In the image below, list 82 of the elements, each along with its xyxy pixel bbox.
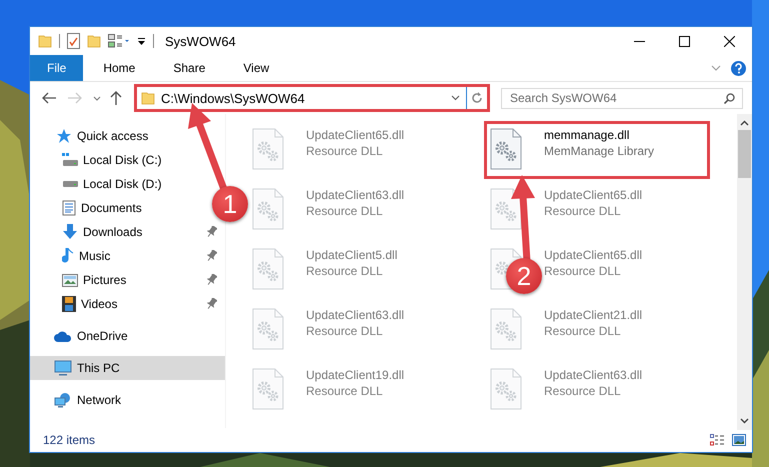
nav-item[interactable]: Network xyxy=(30,388,130,412)
file-type: Resource DLL xyxy=(544,324,622,338)
pin-icon[interactable] xyxy=(207,274,217,286)
minimize-icon xyxy=(634,40,645,42)
drive-icon xyxy=(62,153,78,167)
ribbon-tab[interactable]: View xyxy=(227,55,286,81)
gear-file-icon xyxy=(252,188,284,230)
gear-file-icon xyxy=(252,368,284,410)
checklist-icon[interactable] xyxy=(67,33,80,49)
music-note-icon xyxy=(62,248,74,264)
scroll-down-icon[interactable] xyxy=(740,418,749,424)
file-name[interactable]: UpdateClient65.dll xyxy=(544,188,642,202)
window-title: SysWOW64 xyxy=(165,34,236,48)
nav-item[interactable]: Local Disk (C:) xyxy=(30,148,170,172)
file-type: Resource DLL xyxy=(544,204,622,218)
ribbon-tab[interactable]: Share xyxy=(157,55,222,81)
file-menu-button[interactable]: File xyxy=(30,55,84,81)
layout-icon[interactable] xyxy=(108,34,130,48)
scroll-thumb[interactable] xyxy=(738,130,751,178)
search-icon[interactable] xyxy=(724,92,735,104)
refresh-icon xyxy=(471,92,483,104)
gear-file-icon xyxy=(252,248,284,290)
search-field[interactable]: Search SysWOW64 xyxy=(501,88,743,108)
pin-icon[interactable] xyxy=(207,226,217,238)
file-name[interactable]: UpdateClient63.dll xyxy=(306,308,404,322)
star-icon xyxy=(56,128,72,144)
picture-icon xyxy=(62,274,78,286)
item-count: 122 items xyxy=(43,433,96,447)
maximize-icon xyxy=(679,36,690,46)
file-type: Resource DLL xyxy=(306,384,384,398)
ribbon-tab[interactable]: Home xyxy=(87,55,152,81)
file-name[interactable]: UpdateClient19.dll xyxy=(306,368,404,382)
gear-file-icon xyxy=(252,308,284,350)
pin-icon[interactable] xyxy=(207,298,217,310)
file-type: Resource DLL xyxy=(306,324,384,338)
details-view-icon[interactable] xyxy=(710,434,724,446)
cloud-icon xyxy=(54,330,72,342)
help-icon[interactable] xyxy=(731,60,746,76)
nav-item[interactable]: Pictures xyxy=(30,268,225,292)
nav-item[interactable]: This PC xyxy=(30,356,225,380)
gear-file-icon xyxy=(490,128,522,170)
close-icon xyxy=(724,36,735,46)
file-name[interactable]: UpdateClient63.dll xyxy=(306,188,404,202)
nav-item[interactable]: Videos xyxy=(30,292,225,316)
network-icon xyxy=(54,392,72,408)
document-icon xyxy=(62,200,76,216)
chevron-down-icon xyxy=(93,96,101,100)
chevron-down-icon[interactable] xyxy=(451,95,460,101)
file-name[interactable]: memmanage.dll xyxy=(544,128,654,142)
download-icon xyxy=(62,224,78,240)
file-name[interactable]: UpdateClient63.dll xyxy=(544,368,642,382)
file-type: Resource DLL xyxy=(306,144,384,158)
scrollbar[interactable] xyxy=(737,114,752,430)
gear-file-icon xyxy=(490,188,522,230)
pin-icon[interactable] xyxy=(207,250,217,262)
file-name[interactable]: UpdateClient21.dll xyxy=(544,308,642,322)
file-type: Resource DLL xyxy=(544,264,622,278)
file-type: Resource DLL xyxy=(306,204,384,218)
file-name[interactable]: UpdateClient65.dll xyxy=(306,128,404,142)
nav-item[interactable]: Local Disk (D:) xyxy=(30,172,170,196)
nav-item[interactable]: Documents xyxy=(30,196,150,220)
gear-file-icon xyxy=(252,128,284,170)
drive-icon xyxy=(62,180,78,188)
gear-file-icon xyxy=(490,308,522,350)
back-arrow-icon xyxy=(42,92,56,104)
gear-file-icon xyxy=(490,368,522,410)
nav-item[interactable]: Music xyxy=(30,244,225,268)
forward-arrow-icon xyxy=(68,92,82,104)
scroll-up-icon[interactable] xyxy=(740,120,749,126)
file-type: MemManage Library xyxy=(544,144,654,158)
up-arrow-icon xyxy=(110,91,122,105)
caret-icon[interactable] xyxy=(137,36,146,46)
monitor-icon xyxy=(54,360,72,376)
nav-item[interactable]: OneDrive xyxy=(30,324,136,348)
file-type: Resource DLL xyxy=(544,384,622,398)
nav-item[interactable]: Downloads xyxy=(30,220,225,244)
file-name[interactable]: UpdateClient5.dll xyxy=(306,248,398,262)
file-name[interactable]: UpdateClient65.dll xyxy=(544,248,642,262)
film-icon xyxy=(62,296,76,312)
nav-item[interactable]: Quick access xyxy=(30,124,156,148)
large-icons-view-icon[interactable] xyxy=(732,434,746,446)
file-type: Resource DLL xyxy=(306,264,384,278)
